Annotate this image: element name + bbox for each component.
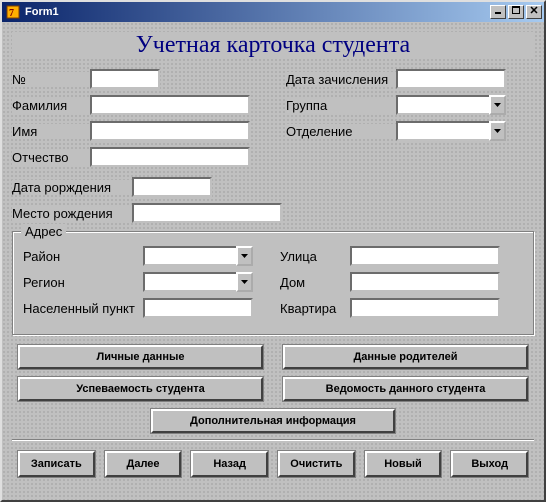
minimize-button[interactable] (490, 5, 506, 19)
apartment-label: Квартира (280, 301, 350, 316)
parents-data-button[interactable]: Данные родителей (283, 345, 528, 369)
enroll-date-input[interactable] (396, 69, 506, 89)
street-label: Улица (280, 249, 350, 264)
page-title: Учетная карточка студента (12, 32, 534, 59)
back-button[interactable]: Назад (191, 451, 268, 477)
region-combo[interactable] (143, 272, 253, 292)
chevron-down-icon (489, 95, 506, 115)
name-input[interactable] (90, 121, 250, 141)
next-button[interactable]: Далее (105, 451, 182, 477)
house-label: Дом (280, 275, 350, 290)
name-label: Имя (12, 124, 90, 139)
street-input[interactable] (350, 246, 500, 266)
client-area: Учетная карточка студента № Фамилия Имя … (2, 22, 544, 500)
number-input[interactable] (90, 69, 160, 89)
group-combo-value (396, 95, 489, 115)
address-group-title: Адрес (21, 224, 66, 239)
divider (12, 439, 534, 441)
new-button[interactable]: Новый (365, 451, 442, 477)
house-input[interactable] (350, 272, 500, 292)
record-sheet-button[interactable]: Ведомость данного студента (283, 377, 528, 401)
performance-button[interactable]: Успеваемость студента (18, 377, 263, 401)
patronymic-input[interactable] (90, 147, 250, 167)
save-button[interactable]: Записать (18, 451, 95, 477)
department-combo[interactable] (396, 121, 506, 141)
surname-input[interactable] (90, 95, 250, 115)
chevron-down-icon (489, 121, 506, 141)
group-combo[interactable] (396, 95, 506, 115)
district-label: Район (23, 249, 143, 264)
district-combo-value (143, 246, 236, 266)
exit-button[interactable]: Выход (451, 451, 528, 477)
maximize-button[interactable] (508, 5, 524, 19)
clear-button[interactable]: Очистить (278, 451, 355, 477)
department-label: Отделение (286, 124, 396, 139)
address-group: Адрес Район Регион (12, 231, 534, 335)
birthdate-input[interactable] (132, 177, 212, 197)
window-frame: 7 Form1 Учетная карточка студента № (0, 0, 546, 502)
apartment-input[interactable] (350, 298, 500, 318)
enroll-date-label: Дата зачисления (286, 72, 396, 87)
chevron-down-icon (236, 272, 253, 292)
locality-label: Населенный пункт (23, 301, 143, 316)
locality-input[interactable] (143, 298, 253, 318)
svg-text:7: 7 (9, 8, 14, 19)
close-button[interactable] (526, 5, 542, 19)
personal-data-button[interactable]: Личные данные (18, 345, 263, 369)
chevron-down-icon (236, 246, 253, 266)
surname-label: Фамилия (12, 98, 90, 113)
group-label: Группа (286, 98, 396, 113)
title-bar: 7 Form1 (2, 2, 544, 22)
patronymic-label: Отчество (12, 150, 90, 165)
region-combo-value (143, 272, 236, 292)
region-label: Регион (23, 275, 143, 290)
district-combo[interactable] (143, 246, 253, 266)
department-combo-value (396, 121, 489, 141)
birthplace-label: Место рождения (12, 206, 132, 221)
extra-info-button[interactable]: Дополнительная информация (151, 409, 396, 433)
number-label: № (12, 72, 90, 87)
birthplace-input[interactable] (132, 203, 282, 223)
birthdate-label: Дата рорждения (12, 180, 132, 195)
app-icon: 7 (5, 4, 21, 20)
window-title: Form1 (25, 6, 488, 18)
